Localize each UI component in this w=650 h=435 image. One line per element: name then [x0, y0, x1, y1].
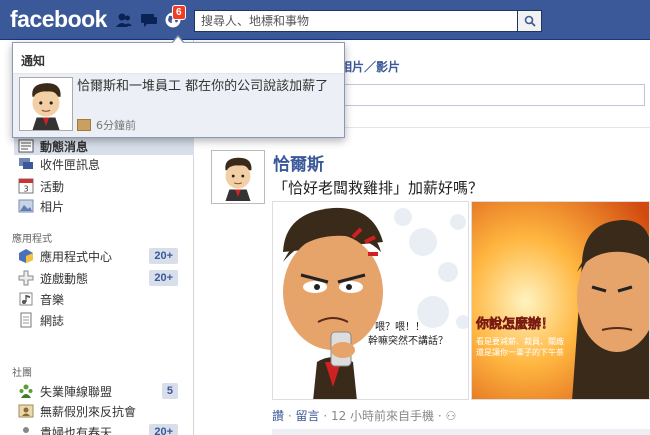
sidebar-item-label: 失業陣線聯盟 [40, 384, 113, 399]
status-input[interactable] [300, 84, 645, 106]
sidebar-item-label: 無薪假別來反抗會 [40, 404, 137, 419]
sidebar-item-label: 相片 [40, 199, 65, 214]
comment-area [272, 429, 650, 435]
notification-time: 6分鐘前 [96, 119, 136, 132]
post-author-avatar[interactable] [211, 150, 265, 204]
top-bar: facebook 6 [0, 0, 650, 40]
notifications-header: 通知 [21, 54, 46, 68]
notification-text: 恰爾斯和一堆員工 都在你的公司說該加薪了 [77, 79, 329, 94]
search-button[interactable] [518, 10, 542, 32]
notifications-dropdown: 通知 恰爾斯和一堆員工 都在你的公司說該加薪了 6分鐘前 [12, 42, 345, 138]
sidebar-item-music[interactable]: 音樂 [18, 290, 188, 308]
dropdown-arrow-inner [172, 37, 184, 44]
sidebar-item-label: 動態消息 [40, 139, 89, 154]
group-1-count: 5 [161, 383, 178, 399]
sidebar-item-label: 活動 [40, 179, 65, 194]
post-photo-1[interactable]: 喂？喂！！ 幹嘛突然不講話？ [272, 201, 469, 400]
post-text: 「恰好老闆救雞排」加薪好嗎？ [273, 179, 484, 197]
search-icon [524, 15, 536, 27]
tab-photo-video[interactable]: 相片／影片 [340, 58, 400, 75]
sidebar-item-photos[interactable]: 相片 [18, 197, 188, 215]
photo1-caption-line1: 喂？喂！！ [375, 321, 425, 333]
post-author-name[interactable]: 恰爾斯 [273, 150, 324, 175]
sidebar-item-label: 音樂 [40, 292, 65, 307]
search-input[interactable] [195, 11, 517, 31]
comment-link[interactable]: 留言 [295, 409, 319, 423]
group-3-count: 20+ [149, 424, 178, 435]
sidebar-item-label: 應用程式中心 [40, 249, 113, 264]
news-feed-icon [18, 138, 34, 154]
sidebar-item-events[interactable]: 3 活動 [18, 177, 188, 195]
sidebar-item-group-3[interactable]: 貴婦也有春天 20+ [18, 423, 188, 435]
music-icon [18, 291, 34, 307]
notification-time-row: 6分鐘前 [77, 117, 136, 133]
messages-icon [18, 156, 34, 172]
sidebar-item-games[interactable]: 遊戲動態 20+ [18, 269, 188, 287]
apps-section-header: 應用程式 [12, 234, 52, 245]
app-center-count: 20+ [149, 248, 178, 264]
group-icon [18, 403, 34, 419]
like-link[interactable]: 讚 [272, 409, 284, 423]
audience-icon[interactable]: ⚇ [445, 409, 456, 423]
sidebar-item-messages[interactable]: 收件匣訊息 [18, 155, 188, 173]
sidebar-item-notes[interactable]: 網誌 [18, 311, 188, 329]
calendar-icon: 3 [18, 178, 34, 194]
games-icon [18, 270, 34, 286]
sidebar-item-label: 遊戲動態 [40, 271, 89, 286]
notification-count-badge: 6 [172, 5, 186, 20]
sidebar-item-label: 貴婦也有春天 [40, 425, 113, 435]
svg-text:3: 3 [23, 185, 28, 194]
group-icon [18, 424, 34, 435]
photo1-caption-line2: 幹嘛突然不講話？ [368, 334, 448, 347]
facebook-logo[interactable]: facebook [10, 6, 107, 33]
group-icon [18, 383, 34, 399]
app-center-icon [18, 248, 34, 264]
sidebar-item-group-1[interactable]: 失業陣線聯盟 5 [18, 382, 188, 400]
sidebar-item-app-center[interactable]: 應用程式中心 20+ [18, 247, 188, 265]
notification-item[interactable]: 恰爾斯和一堆員工 都在你的公司說該加薪了 6分鐘前 [13, 74, 344, 137]
sidebar-item-news-feed[interactable]: 動態消息 [14, 137, 194, 155]
photos-icon [18, 198, 34, 214]
post-photo-2[interactable]: 你說怎麼辦！ 看是要減薪、裁員、關廠 還是讓你一輩子的下午茶 [471, 201, 650, 400]
messages-jewel-icon[interactable] [140, 11, 158, 29]
photo2-caption-line2: 還是讓你一輩子的下午茶 [476, 347, 564, 357]
group-icon [77, 119, 91, 131]
photo2-title: 你說怎麼辦！ [475, 316, 554, 332]
sidebar-item-group-2[interactable]: 無薪假別來反抗會 [18, 402, 188, 420]
sidebar-item-label: 網誌 [40, 313, 65, 328]
games-count: 20+ [149, 270, 178, 286]
notes-icon [18, 312, 34, 328]
search-box [194, 10, 518, 32]
post-meta: 讚 · 留言 · 12 小時前來自手機 · ⚇ [272, 409, 457, 423]
notification-avatar [19, 77, 73, 131]
sidebar-item-label: 收件匣訊息 [40, 157, 101, 172]
post-timestamp: · 12 小時前來自手機 · [323, 409, 442, 423]
friend-requests-icon[interactable] [115, 11, 133, 29]
photo2-caption-line1: 看是要減薪、裁員、關廠 [476, 336, 564, 346]
groups-section-header: 社團 [12, 368, 32, 379]
